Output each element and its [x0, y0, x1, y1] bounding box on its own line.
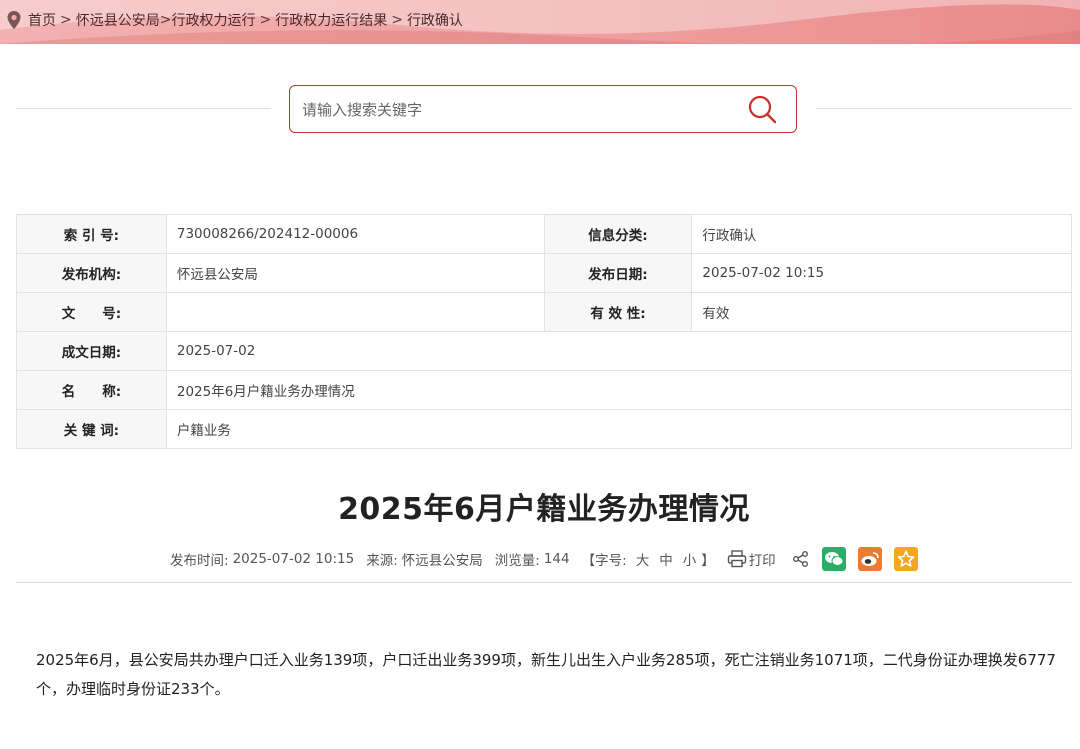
- breadcrumb-bureau[interactable]: 怀远县公安局: [76, 10, 160, 30]
- breadcrumb-separator: >: [159, 12, 172, 28]
- category-label: 信息分类:: [543, 214, 693, 254]
- keyword-label: 关 键 词:: [16, 409, 167, 449]
- breadcrumb-admin-confirm[interactable]: 行政确认: [407, 10, 463, 30]
- wechat-icon: [824, 552, 844, 566]
- favorite-button[interactable]: [893, 547, 918, 571]
- document-info-table: 索 引 号: 730008266/202412-00006 信息分类: 行政确认…: [16, 214, 1073, 449]
- article-body: 2025年6月，县公安局共办理户口迁入业务139项，户口迁出业务399项，新生儿…: [36, 651, 1056, 698]
- views-value: 144: [543, 551, 570, 567]
- publisher-value: 怀远县公安局: [165, 253, 545, 293]
- keyword-value: 户籍业务: [165, 409, 1073, 449]
- name-label: 名 称:: [16, 370, 167, 410]
- search-input[interactable]: [300, 95, 734, 125]
- font-size-small-button[interactable]: 小: [683, 549, 697, 569]
- source-value: 怀远县公安局: [401, 553, 483, 569]
- weibo-icon: [861, 552, 879, 566]
- table-row: 发布机构: 怀远县公安局 发布日期: 2025-07-02 10:15: [16, 253, 1072, 293]
- breadcrumb-admin-power-result[interactable]: 行政权力运行结果: [275, 10, 387, 30]
- search-icon[interactable]: [745, 94, 779, 124]
- table-row: 名 称: 2025年6月户籍业务办理情况: [16, 370, 1073, 410]
- weibo-share-button[interactable]: [857, 547, 882, 571]
- top-banner: 首页 > 怀远县公安局 > 行政权力运行 > 行政权力运行结果 > 行政确认: [0, 0, 1080, 44]
- article-title: 2025年6月户籍业务办理情况: [338, 492, 750, 527]
- publish-time-label: 发布时间:: [170, 553, 229, 569]
- location-pin-icon: [7, 11, 21, 29]
- breadcrumb-home[interactable]: 首页: [28, 10, 56, 30]
- index-number-value: 730008266/202412-00006: [165, 214, 545, 254]
- table-row: 成文日期: 2025-07-02: [16, 331, 1073, 371]
- document-number-value: [165, 292, 545, 332]
- name-value: 2025年6月户籍业务办理情况: [165, 370, 1073, 410]
- breadcrumb-separator: >: [60, 12, 72, 28]
- font-size-medium-button[interactable]: 中: [659, 549, 673, 569]
- views-label: 浏览量:: [494, 553, 540, 569]
- print-icon: [727, 550, 746, 568]
- search-box: [289, 85, 797, 133]
- table-row: 文 号: 有 效 性: 有效: [16, 292, 1072, 332]
- publish-date-value: 2025-07-02 10:15: [691, 253, 1072, 293]
- star-icon: [897, 550, 914, 567]
- breadcrumb-separator: >: [259, 12, 272, 28]
- table-row: 索 引 号: 730008266/202412-00006 信息分类: 行政确认: [16, 214, 1072, 254]
- font-size-close: 】: [701, 553, 715, 569]
- wechat-share-button[interactable]: [821, 547, 846, 571]
- search-divider-left: [16, 108, 271, 109]
- print-label: 打印: [748, 553, 776, 569]
- source-label: 来源:: [366, 553, 398, 569]
- validity-label: 有 效 性:: [543, 292, 693, 332]
- written-date-value: 2025-07-02: [165, 331, 1073, 371]
- table-row: 关 键 词: 户籍业务: [16, 409, 1073, 449]
- publish-date-label: 发布日期:: [543, 253, 693, 293]
- font-size-label: 【字号:: [581, 553, 627, 569]
- validity-value: 有效: [691, 292, 1072, 332]
- breadcrumb-separator: >: [391, 12, 403, 28]
- publish-time-value: 2025-07-02 10:15: [232, 551, 355, 567]
- article-meta: 发布时间: 2025-07-02 10:15 来源: 怀远县公安局 浏览量: 1…: [170, 546, 918, 572]
- meta-divider: [16, 582, 1072, 583]
- category-value: 行政确认: [691, 214, 1072, 254]
- breadcrumb-admin-power[interactable]: 行政权力运行: [171, 10, 255, 30]
- publisher-label: 发布机构:: [16, 253, 167, 293]
- font-size-large-button[interactable]: 大: [636, 549, 650, 569]
- share-icon[interactable]: [792, 550, 810, 568]
- document-number-label: 文 号:: [16, 292, 167, 332]
- print-button[interactable]: 打印: [727, 549, 780, 569]
- index-number-label: 索 引 号:: [16, 214, 167, 254]
- breadcrumb: 首页 > 怀远县公安局 > 行政权力运行 > 行政权力运行结果 > 行政确认: [6, 0, 463, 40]
- written-date-label: 成文日期:: [16, 331, 167, 371]
- search-divider-right: [816, 108, 1072, 109]
